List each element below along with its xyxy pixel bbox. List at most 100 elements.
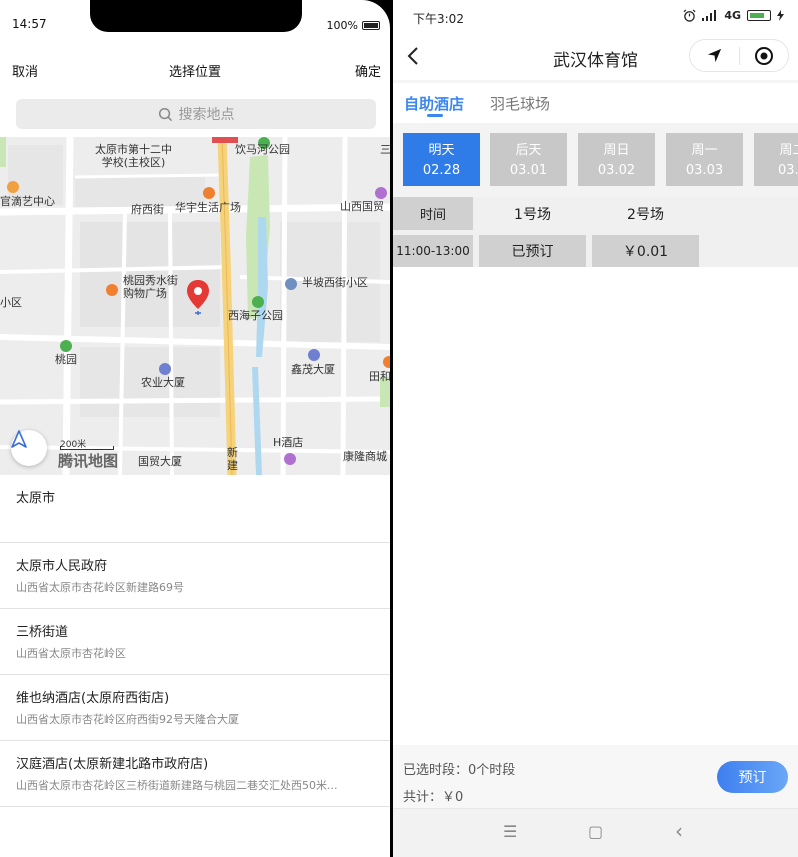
map-label-taoyuan-mall: 桃园秀水街 购物广场 (123, 274, 178, 300)
close-program-button[interactable] (739, 40, 788, 71)
place-item[interactable]: 太原市 (0, 476, 390, 543)
map-label-taoyuan: 桃园 (55, 353, 77, 366)
date-option[interactable]: 周日 03.02 (578, 133, 655, 186)
slot-available[interactable]: ￥0.01 (592, 235, 699, 267)
place-item[interactable]: 汉庭酒店(太原新建北路市政府店) 山西省太原市杏花岭区三桥街道新建路与桃园二巷交… (0, 741, 390, 807)
hotel-icon (284, 453, 296, 465)
place-item[interactable]: 三桥街道 山西省太原市杏花岭区 (0, 609, 390, 675)
court-header: 1号场 (514, 206, 551, 223)
status-time: 下午3:02 (413, 12, 464, 26)
map-label-school: 太原市第十二中 学校(主校区) (95, 143, 172, 169)
map-label-kanglong: 康隆商城 (343, 450, 387, 463)
battery-icon (362, 21, 380, 30)
status-icons: 4G (683, 9, 784, 22)
date-option[interactable]: 周二 03.0 (754, 133, 798, 186)
system-navigation-bar: ☰ ▢ ‹ (393, 808, 798, 857)
map-label-fuxi: 府西街 (131, 203, 164, 216)
date-value: 03.01 (509, 163, 548, 178)
date-value: 02.28 (422, 163, 461, 178)
category-tabs: 自助酒店 羽毛球场 (393, 83, 798, 123)
map-label-park: 饮马河公园 (235, 143, 290, 156)
book-button[interactable]: 预订 (717, 761, 788, 793)
map-label-guomao: 国贸大厦 (138, 455, 182, 468)
booking-screen: 下午3:02 4G 武汉体育馆 自助酒店 羽毛球场 明天 02.28 后天 03… (393, 0, 798, 857)
map-label-culture: 官滴艺中心 (0, 195, 55, 208)
battery-icon (747, 10, 771, 21)
date-option[interactable]: 后天 03.01 (490, 133, 567, 186)
shop-icon (383, 356, 390, 368)
tab-self-service-hotel[interactable]: 自助酒店 (404, 93, 464, 114)
map-label-nongye: 农业大厦 (141, 376, 185, 389)
map-label-hotel: H酒店 (273, 436, 304, 449)
place-address: 山西省太原市杏花岭区 (16, 647, 126, 660)
map-label-tianhe: 田和 (369, 370, 390, 383)
date-day: 明天 (428, 143, 455, 158)
time-slot-label: 11:00-13:00 (393, 235, 473, 267)
page-title: 选择位置 (168, 65, 221, 80)
date-day: 周二 (779, 143, 798, 158)
place-item[interactable]: 太原市人民政府 山西省太原市杏花岭区新建路69号 (0, 543, 390, 609)
place-title: 三桥街道 (16, 625, 69, 640)
park-icon (252, 296, 264, 308)
map-label-banpo: 半坡西街小区 (302, 276, 368, 289)
booking-summary-bar: 已选时段：0个时段 共计：￥0 预订 (393, 745, 798, 808)
shop-icon (375, 187, 387, 199)
map-logo: 腾讯地图 (58, 452, 119, 470)
court-header: 2号场 (627, 206, 664, 223)
home-icon[interactable]: ▢ (588, 822, 603, 841)
location-pin-icon (187, 280, 209, 315)
map-label-xinmao: 鑫茂大厦 (291, 363, 335, 376)
locate-me-button[interactable] (11, 430, 47, 466)
place-title: 太原市人民政府 (16, 559, 108, 574)
time-column-header: 时间 (393, 197, 473, 230)
map-label-san: 三 (380, 143, 390, 156)
map-view[interactable]: 太原市第十二中 学校(主校区) 饮马河公园 三 官滴艺中心 府西街 华宇生活广场 … (0, 137, 390, 475)
slot-booked: 已预订 (479, 235, 586, 267)
map-label-xihaizi: 西海子公园 (228, 309, 283, 322)
location-button[interactable] (690, 40, 739, 71)
date-day: 周日 (603, 143, 630, 158)
court-schedule-grid: 时间 1号场 2号场 11:00-13:00 已预订 ￥0.01 (393, 197, 798, 267)
confirm-button[interactable]: 确定 (355, 61, 381, 80)
map-label-xinjian: 新建 (227, 446, 238, 472)
status-bar: 下午3:02 4G (393, 0, 798, 36)
culture-center-icon (7, 181, 19, 193)
search-icon (158, 107, 172, 121)
place-item[interactable]: 维也纳酒店(太原府西街店) 山西省太原市杏花岭区府西街92号天隆合大厦 (0, 675, 390, 741)
map-label-guomao-top: 山西国贸 (340, 200, 384, 213)
network-type: 4G (724, 9, 741, 22)
search-input[interactable]: 搜索地点 (16, 99, 376, 129)
date-option[interactable]: 周一 03.03 (666, 133, 743, 186)
date-day: 后天 (515, 143, 542, 158)
park-icon (60, 340, 72, 352)
menu-icon[interactable]: ☰ (503, 822, 517, 841)
date-value: 03.03 (685, 163, 724, 178)
charging-icon (777, 10, 784, 21)
nav-bar: 武汉体育馆 (393, 36, 798, 80)
navigation-arrow-icon (11, 430, 27, 448)
selected-slots-text: 已选时段：0个时段 (403, 763, 516, 778)
building-icon (308, 349, 320, 361)
location-picker-screen: 14:57 100% 选择位置 取消 确定 搜索地点 太原市第十二中 学校(主校… (0, 0, 390, 857)
place-title: 汉庭酒店(太原新建北路市政府店) (16, 757, 209, 772)
mall-icon (203, 187, 215, 199)
signal-icon (702, 10, 717, 21)
map-label-xiaoqu: 小区 (0, 296, 22, 309)
date-option[interactable]: 明天 02.28 (403, 133, 480, 186)
phone-notch (90, 0, 302, 32)
building-icon (159, 363, 171, 375)
status-time: 14:57 (12, 17, 47, 31)
battery-percent: 100% (326, 19, 358, 32)
total-price-text: 共计：￥0 (403, 790, 464, 805)
place-title: 维也纳酒店(太原府西街店) (16, 691, 170, 706)
target-icon (754, 46, 773, 65)
alarm-icon (683, 9, 696, 22)
residential-icon (285, 278, 297, 290)
map-label-huayu: 华宇生活广场 (175, 201, 241, 214)
tab-badminton[interactable]: 羽毛球场 (490, 93, 550, 114)
cancel-button[interactable]: 取消 (12, 61, 38, 80)
date-selector: 明天 02.28 后天 03.01 周日 03.02 周一 03.03 周二 0… (393, 123, 798, 197)
place-title: 太原市 (16, 491, 56, 506)
status-battery: 100% (327, 19, 380, 32)
back-icon[interactable]: ‹ (675, 819, 683, 843)
